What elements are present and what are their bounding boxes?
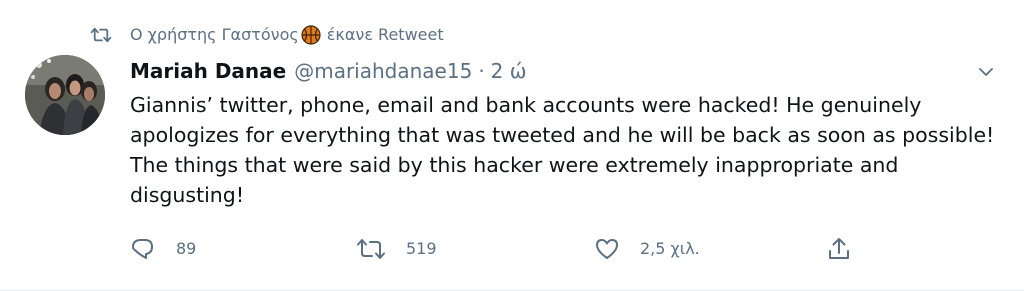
author-handle[interactable]: @mariahdanae15 (294, 58, 472, 84)
tweet-header: Mariah Danae @mariahdanae15 · 2 ώ (130, 58, 527, 84)
retweeter-text[interactable]: Ο χρήστης Γαστόνος (130, 24, 299, 46)
retweet-icon (357, 239, 385, 259)
avatar-photo (25, 55, 105, 135)
reply-count: 89 (176, 239, 197, 258)
header-separator: · (478, 59, 485, 83)
author-name[interactable]: Mariah Danae (130, 58, 286, 84)
share-button[interactable] (826, 236, 852, 262)
retweet-context: Ο χρήστης Γαστόνος έκανε Retweet (90, 24, 444, 46)
retweet-icon (90, 27, 112, 43)
reply-button[interactable]: 89 (130, 236, 196, 262)
share-icon (829, 238, 849, 259)
reply-icon (132, 239, 153, 259)
retweet-button[interactable]: 519 (356, 236, 437, 262)
avatar[interactable] (25, 55, 105, 135)
tweet[interactable]: Ο χρήστης Γαστόνος έκανε Retweet Mariah (0, 0, 1024, 291)
tweet-text: Giannis’ twitter, phone, email and bank … (130, 93, 995, 207)
like-button[interactable]: 2,5 χιλ. (594, 236, 700, 262)
more-options-button[interactable] (972, 58, 1000, 86)
like-count: 2,5 χιλ. (640, 239, 700, 258)
retweet-suffix-text: έκανε Retweet (326, 25, 444, 44)
retweet-count: 519 (406, 239, 437, 258)
tweet-actions: 89 519 2,5 χιλ. (130, 236, 870, 266)
basketball-emoji-icon (301, 25, 321, 45)
tweet-timestamp[interactable]: 2 ώ (491, 58, 527, 84)
chevron-down-icon (979, 68, 993, 76)
heart-icon (596, 239, 618, 259)
